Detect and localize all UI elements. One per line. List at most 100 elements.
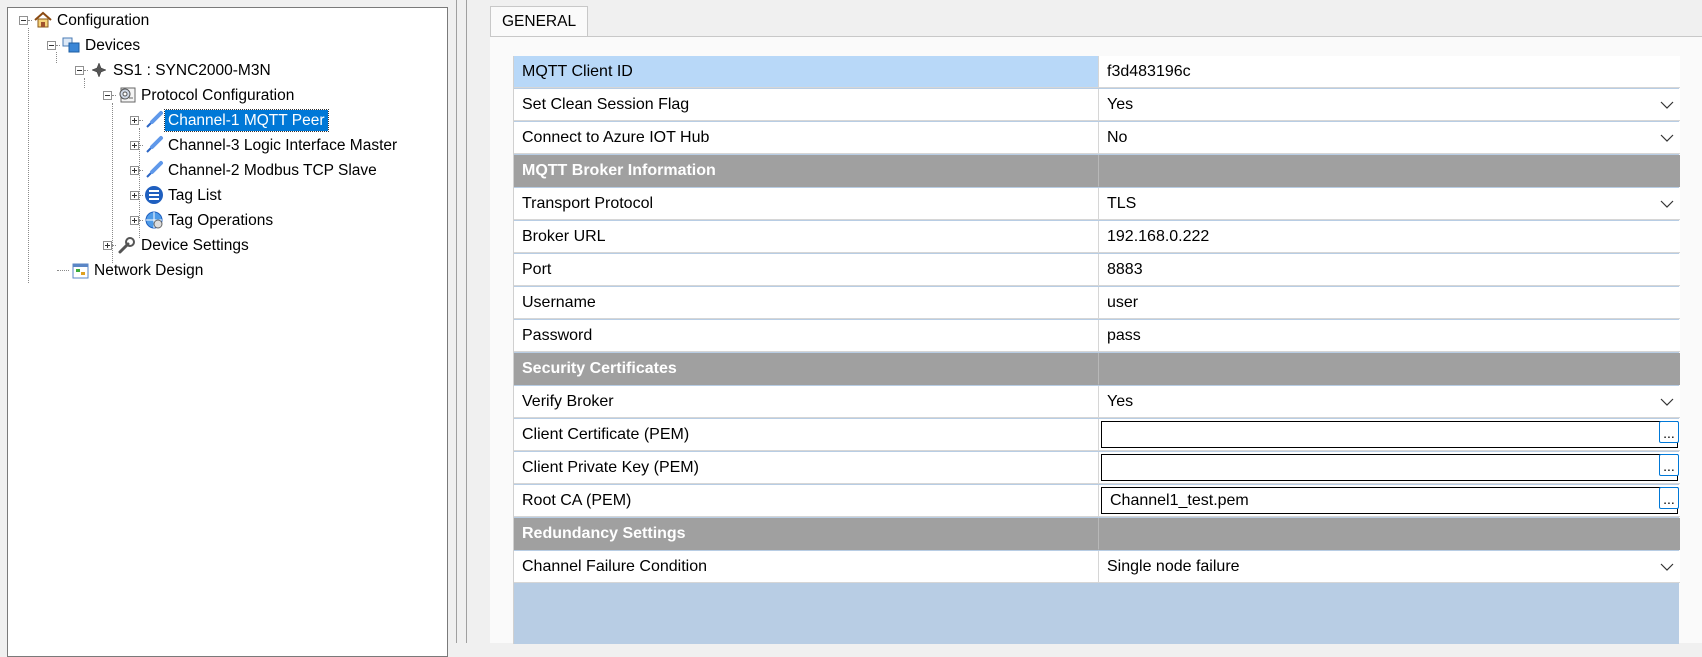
wrench-icon: [116, 234, 138, 256]
tree-node-device-ss1[interactable]: SS1 : SYNC2000-M3N: [75, 59, 274, 81]
expand-toggle[interactable]: [130, 190, 139, 200]
client-key-field[interactable]: ...: [1099, 452, 1680, 484]
tree-label: Tag Operations: [168, 211, 274, 229]
prop-name: Broker URL: [514, 221, 1099, 253]
prop-name: Username: [514, 287, 1099, 319]
azure-dropdown[interactable]: No: [1099, 122, 1680, 154]
prop-name: Transport Protocol: [514, 188, 1099, 220]
chevron-down-icon[interactable]: [1657, 392, 1677, 412]
tree-label: Protocol Configuration: [141, 86, 295, 104]
configuration-tree[interactable]: Configuration Devices SS1 : SYNC2000-M3N…: [7, 7, 448, 657]
device-icon: [88, 59, 110, 81]
tree-label: Channel-2 Modbus TCP Slave: [168, 161, 377, 179]
tree-node-channel1[interactable]: Channel-1 MQTT Peer: [130, 108, 329, 132]
plug-icon: [143, 109, 165, 131]
category-label: Redundancy Settings: [514, 518, 1099, 550]
collapse-toggle[interactable]: [75, 65, 84, 75]
devices-icon: [60, 34, 82, 56]
tree-node-network-design[interactable]: Network Design: [57, 259, 206, 281]
chevron-down-icon[interactable]: [1657, 128, 1677, 148]
tree-node-tag-operations[interactable]: Tag Operations: [130, 209, 276, 231]
prop-row-client-key[interactable]: Client Private Key (PEM) ...: [514, 452, 1680, 485]
client-id-field[interactable]: f3d483196c: [1099, 56, 1680, 88]
prop-value: TLS: [1107, 194, 1137, 212]
prop-row-clean-session[interactable]: Set Clean Session Flag Yes: [514, 89, 1680, 122]
prop-name: Root CA (PEM): [514, 485, 1099, 517]
plug-icon: [143, 134, 165, 156]
category-fill: [1099, 353, 1680, 385]
tab-general[interactable]: GENERAL: [490, 6, 589, 36]
tree-label: Channel-3 Logic Interface Master: [168, 136, 398, 154]
file-path-box[interactable]: [1101, 454, 1678, 481]
tree-label: Device Settings: [141, 236, 249, 254]
prop-row-client-id[interactable]: MQTT Client ID f3d483196c: [514, 56, 1680, 89]
prop-row-client-cert[interactable]: Client Certificate (PEM) ...: [514, 419, 1680, 452]
tree-node-tag-list[interactable]: Tag List: [130, 184, 224, 206]
collapse-toggle[interactable]: [47, 40, 56, 50]
tree-label: Configuration: [57, 11, 150, 29]
port-field[interactable]: 8883: [1099, 254, 1680, 286]
prop-value: Single node failure: [1107, 557, 1240, 575]
tree-node-channel3[interactable]: Channel-3 Logic Interface Master: [130, 134, 400, 156]
browse-button[interactable]: ...: [1659, 421, 1679, 443]
prop-name: Port: [514, 254, 1099, 286]
prop-row-username[interactable]: Username user: [514, 287, 1680, 320]
splitter[interactable]: [466, 0, 467, 643]
client-cert-field[interactable]: ...: [1099, 419, 1680, 451]
tree-node-devices[interactable]: Devices: [47, 34, 143, 56]
list-icon: [143, 184, 165, 206]
file-path-box[interactable]: [1101, 421, 1678, 448]
verify-broker-dropdown[interactable]: Yes: [1099, 386, 1680, 418]
prop-value: No: [1107, 128, 1128, 146]
password-field[interactable]: pass: [1099, 320, 1680, 352]
tree-label: SS1 : SYNC2000-M3N: [113, 61, 271, 79]
prop-name: Connect to Azure IOT Hub: [514, 122, 1099, 154]
chevron-down-icon[interactable]: [1657, 194, 1677, 214]
collapse-toggle[interactable]: [103, 90, 112, 100]
property-grid[interactable]: MQTT Client ID f3d483196c Set Clean Sess…: [513, 56, 1680, 644]
prop-row-broker-url[interactable]: Broker URL 192.168.0.222: [514, 221, 1680, 254]
prop-row-transport[interactable]: Transport Protocol TLS: [514, 188, 1680, 221]
prop-name: Client Certificate (PEM): [514, 419, 1099, 451]
expand-toggle[interactable]: [130, 140, 139, 150]
tree-node-device-settings[interactable]: Device Settings: [103, 234, 252, 256]
file-path-box[interactable]: Channel1_test.pem: [1101, 487, 1678, 514]
category-broker-information[interactable]: MQTT Broker Information: [514, 155, 1680, 188]
expand-toggle[interactable]: [130, 165, 139, 175]
category-security-certificates[interactable]: Security Certificates: [514, 353, 1680, 386]
prop-name: MQTT Client ID: [514, 56, 1099, 88]
expand-toggle[interactable]: [130, 115, 139, 125]
prop-row-root-ca[interactable]: Root CA (PEM) Channel1_test.pem ...: [514, 485, 1680, 518]
prop-row-password[interactable]: Password pass: [514, 320, 1680, 353]
splitter[interactable]: [456, 0, 457, 643]
tree-label: Network Design: [94, 261, 204, 279]
expand-toggle[interactable]: [130, 215, 139, 225]
prop-value: Yes: [1107, 392, 1134, 410]
prop-row-azure[interactable]: Connect to Azure IOT Hub No: [514, 122, 1680, 155]
category-redundancy-settings[interactable]: Redundancy Settings: [514, 518, 1680, 551]
tree-node-configuration[interactable]: Configuration: [19, 9, 152, 31]
prop-row-port[interactable]: Port 8883: [514, 254, 1680, 287]
prop-row-verify-broker[interactable]: Verify Broker Yes: [514, 386, 1680, 419]
chevron-down-icon[interactable]: [1657, 95, 1677, 115]
browse-button[interactable]: ...: [1659, 487, 1679, 509]
prop-value: Channel1_test.pem: [1110, 491, 1249, 509]
clean-session-dropdown[interactable]: Yes: [1099, 89, 1680, 121]
tree-node-channel2[interactable]: Channel-2 Modbus TCP Slave: [130, 159, 380, 181]
username-field[interactable]: user: [1099, 287, 1680, 319]
browse-button[interactable]: ...: [1659, 454, 1679, 476]
protocol-config-icon: [116, 84, 138, 106]
broker-url-field[interactable]: 192.168.0.222: [1099, 221, 1680, 253]
chevron-down-icon[interactable]: [1657, 557, 1677, 577]
prop-value: f3d483196c: [1107, 62, 1191, 80]
tree-node-protocol-configuration[interactable]: Protocol Configuration: [103, 84, 297, 106]
expand-toggle[interactable]: [103, 240, 112, 250]
tree-label: Devices: [85, 36, 141, 54]
failure-condition-dropdown[interactable]: Single node failure: [1099, 551, 1680, 583]
collapse-toggle[interactable]: [19, 15, 28, 25]
root-ca-field[interactable]: Channel1_test.pem ...: [1099, 485, 1680, 517]
transport-dropdown[interactable]: TLS: [1099, 188, 1680, 220]
prop-name: Set Clean Session Flag: [514, 89, 1099, 121]
prop-row-failure[interactable]: Channel Failure Condition Single node fa…: [514, 551, 1680, 584]
category-fill: [1099, 518, 1680, 550]
